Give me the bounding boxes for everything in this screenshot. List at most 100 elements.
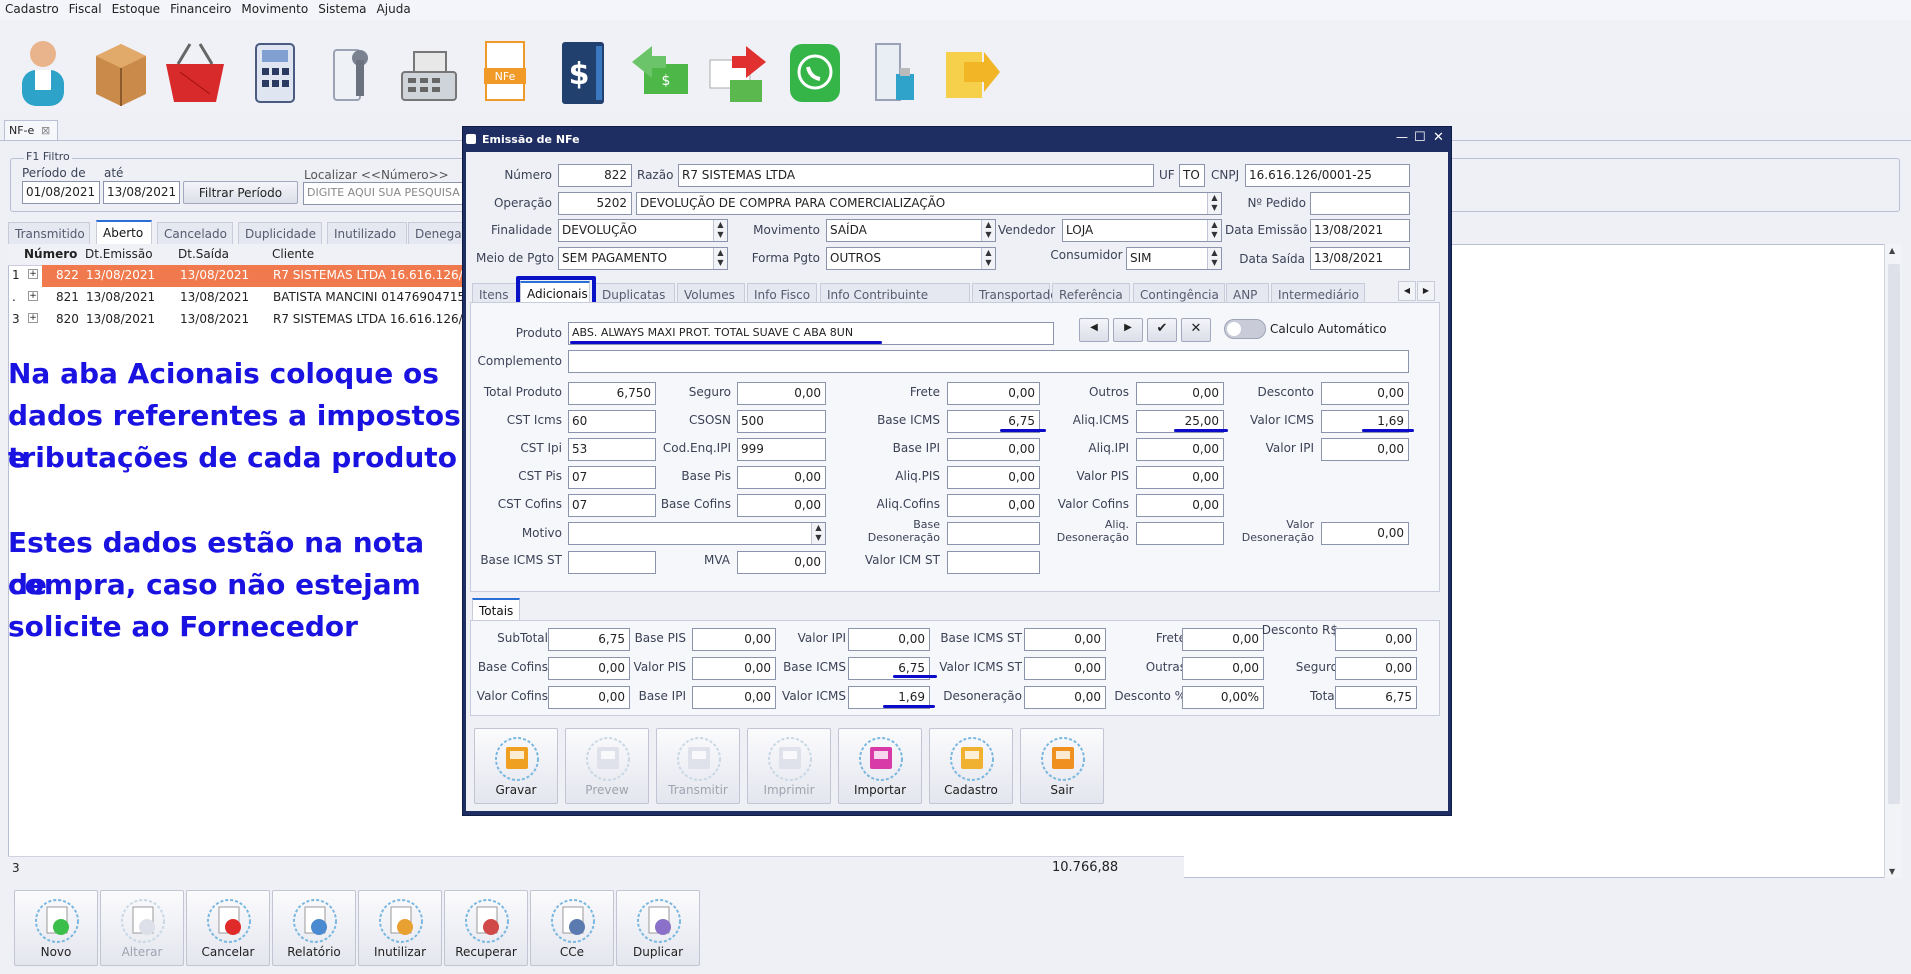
meio-pgto-select[interactable]: SEM PAGAMENTO ▲ ▼ [558,247,728,270]
menu-fiscal[interactable]: Fiscal [64,0,107,20]
vendedor-select[interactable]: LOJA ▲ ▼ [1062,219,1222,242]
col-dt-emissao[interactable]: Dt.Emissão [85,247,153,261]
tabs-scroll-right-icon[interactable]: ▶ [1417,281,1435,301]
operacao-select[interactable]: DEVOLUÇÃO DE COMPRA PARA COMERCIALIZAÇÃO… [636,192,1222,215]
saida-field[interactable]: 13/08/2021 [1310,247,1410,270]
tool-icon[interactable] [316,32,386,112]
valor-ipi-field[interactable]: 0,00 [1321,438,1409,461]
valor-pis-field[interactable]: 0,00 [1136,466,1224,489]
seguro-field[interactable]: 0,00 [737,382,826,405]
totais-subtotal-field[interactable]: 6,75 [548,628,630,651]
money-in-icon[interactable]: $ [626,32,696,112]
next-item-icon[interactable]: ▶ [1113,318,1143,342]
minimize-icon[interactable]: — [1396,130,1408,144]
combo-arrow-icon[interactable]: ▲ ▼ [1207,193,1221,214]
base-desoneracao-field[interactable] [947,522,1040,545]
tab-aberto[interactable]: Aberto [96,220,152,244]
table-row[interactable]: 1 + 822 13/08/2021 13/08/2021 R7 SISTEMA… [8,265,463,287]
motivo-select[interactable]: ▲ ▼ [568,522,826,545]
tab-duplicidade[interactable]: Duplicidade [238,222,322,244]
menu-cadastro[interactable]: Cadastro [0,0,64,20]
totais-base-ipi-field[interactable]: 0,00 [692,686,776,709]
menu-movimento[interactable]: Movimento [236,0,313,20]
cod-enq-ipi-field[interactable]: 999 [737,438,826,461]
tab-cancelado[interactable]: Cancelado [157,222,233,244]
total-produto-field[interactable]: 6,750 [568,382,656,405]
cash-register-icon[interactable] [394,32,464,112]
aliq-desoneracao-field[interactable] [1136,522,1224,545]
pedido-field[interactable] [1310,192,1410,215]
box-icon[interactable] [86,32,156,112]
tab-transmitido[interactable]: Transmitido [8,222,90,244]
tabs-scroll-left-icon[interactable]: ◀ [1398,281,1416,301]
base-icms-st-field[interactable] [568,551,656,574]
outros-field[interactable]: 0,00 [1136,382,1224,405]
totais-desconto--field[interactable]: 0,00% [1182,686,1264,709]
button-transmitir[interactable]: Transmitir [656,728,740,804]
button-imprimir[interactable]: Imprimir [747,728,831,804]
button-importar[interactable]: Importar [838,728,922,804]
aliq-pis-field[interactable]: 0,00 [947,466,1040,489]
consumidor-select[interactable]: SIM ▲ ▼ [1126,247,1222,270]
money-out-icon[interactable] [702,32,772,112]
nfe-doc-icon[interactable]: NFe [470,32,540,112]
user-icon[interactable] [8,32,78,112]
menu-sistema[interactable]: Sistema [313,0,371,20]
button-alterar[interactable]: Alterar [100,890,184,966]
expand-icon[interactable]: + [28,269,38,279]
cst-ipi-field[interactable]: 53 [568,438,656,461]
forma-pgto-select[interactable]: OUTROS ▲ ▼ [826,247,996,270]
combo-arrow-icon[interactable]: ▲ ▼ [981,248,995,269]
search-input[interactable]: DIGITE AQUI SUA PESQUISA [303,182,463,205]
razao-field[interactable]: R7 SISTEMAS LTDA [678,164,1154,187]
table-row[interactable]: . + 821 13/08/2021 13/08/2021 BATISTA MA… [8,287,463,309]
tab-totais[interactable]: Totais [472,598,520,620]
col-cliente[interactable]: Cliente [272,247,314,261]
totais-base-cofins-field[interactable]: 0,00 [548,657,630,680]
maximize-icon[interactable]: ☐ [1414,130,1426,145]
totais-desconto-r--field[interactable]: 0,00 [1335,628,1417,651]
dollar-book-icon[interactable]: $ [548,32,618,112]
combo-arrow-icon[interactable]: ▲ ▼ [1207,220,1221,241]
menu-estoque[interactable]: Estoque [107,0,166,20]
button-cce[interactable]: CCe [530,890,614,966]
expand-icon[interactable]: + [28,291,38,301]
menu-ajuda[interactable]: Ajuda [372,0,416,20]
button-cancelar[interactable]: Cancelar [186,890,270,966]
combo-arrow-icon[interactable]: ▲ ▼ [713,220,727,241]
totais-seguro-field[interactable]: 0,00 [1335,657,1417,680]
totais-outras-field[interactable]: 0,00 [1182,657,1264,680]
tab-denegado[interactable]: Denegado [408,222,468,244]
whatsapp-icon[interactable] [780,32,850,112]
button-sair[interactable]: Sair [1020,728,1104,804]
valor-desoneracao-field[interactable]: 0,00 [1321,522,1409,545]
totais-valor-ipi-field[interactable]: 0,00 [848,628,930,651]
export-arrow-icon[interactable] [934,32,1004,112]
mva-field[interactable]: 0,00 [737,551,826,574]
csosn-field[interactable]: 500 [737,410,826,433]
base-ipi-field[interactable]: 0,00 [947,438,1040,461]
base-pis-field[interactable]: 0,00 [737,466,826,489]
button-inutilizar[interactable]: Inutilizar [358,890,442,966]
button-relatório[interactable]: Relatório [272,890,356,966]
combo-arrow-icon[interactable]: ▲ ▼ [1207,248,1221,269]
button-cadastro[interactable]: Cadastro [929,728,1013,804]
cnpj-field[interactable]: 16.616.126/0001-25 [1245,164,1410,187]
close-icon[interactable]: ✕ [1433,130,1444,145]
prev-item-icon[interactable]: ◀ [1079,318,1109,342]
base-cofins-field[interactable]: 0,00 [737,494,826,517]
movimento-select[interactable]: SAÍDA ▲ ▼ [826,219,996,242]
combo-arrow-icon[interactable]: ▲ ▼ [811,523,825,544]
tab-inutilizado[interactable]: Inutilizado [327,222,407,244]
basket-icon[interactable] [160,32,230,112]
close-icon[interactable]: ⊠ [41,124,53,137]
tab-nfe[interactable]: NF-e ⊠ [4,120,58,140]
period-to-field[interactable]: 13/08/2021 [103,181,180,204]
numero-field[interactable]: 822 [558,164,632,187]
button-prevew[interactable]: Prevew [565,728,649,804]
valor-cofins-field[interactable]: 0,00 [1136,494,1224,517]
calc-auto-toggle[interactable] [1224,319,1266,339]
button-duplicar[interactable]: Duplicar [616,890,700,966]
button-recuperar[interactable]: Recuperar [444,890,528,966]
scroll-down-icon[interactable]: ▼ [1889,867,1895,876]
